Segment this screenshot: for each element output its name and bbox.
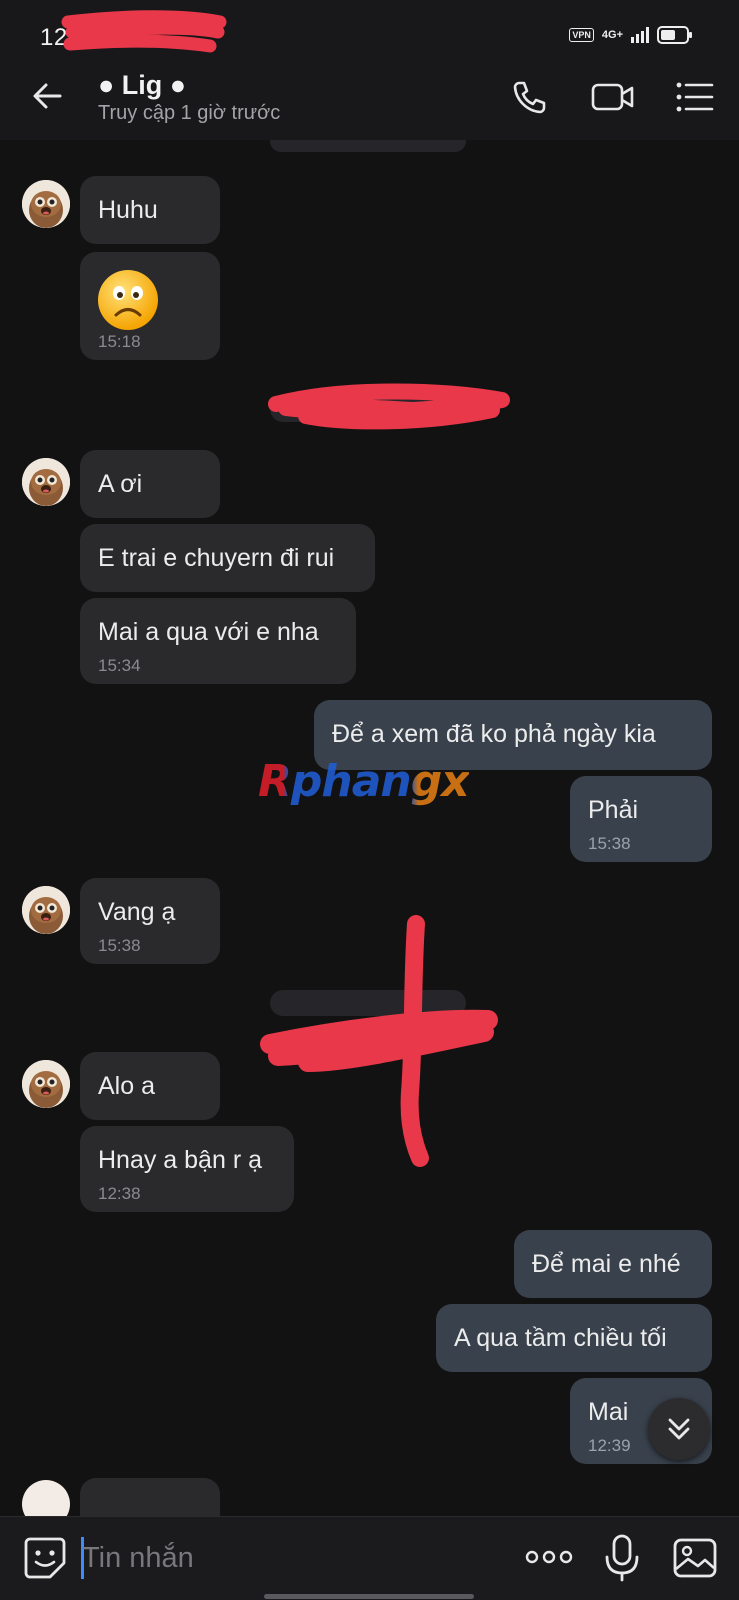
message-bubble-outgoing[interactable]: Để mai e nhé xyxy=(514,1230,712,1298)
contact-avatar[interactable] xyxy=(22,1480,70,1516)
avatar-image xyxy=(22,180,70,228)
message-text: Phải xyxy=(588,796,639,824)
date-separator xyxy=(270,140,466,152)
message-text: Vang ạ xyxy=(98,898,176,926)
message-input[interactable] xyxy=(82,1535,502,1581)
redaction-scribble xyxy=(268,383,510,430)
redaction-scribble xyxy=(260,915,498,1167)
contact-avatar[interactable] xyxy=(22,458,70,506)
contact-name[interactable]: ● Lig ● xyxy=(98,70,186,101)
message-text: Mai xyxy=(588,1398,629,1426)
message-bubble-incoming[interactable]: E trai e chuyern đi rui xyxy=(80,524,375,592)
avatar-image xyxy=(22,1060,70,1108)
contact-avatar[interactable] xyxy=(22,1060,70,1108)
chat-menu-button[interactable] xyxy=(672,74,718,120)
message-composer xyxy=(0,1516,739,1600)
message-bubble-incoming[interactable]: Vang ạ 15:38 xyxy=(80,878,220,964)
message-bubble-incoming[interactable]: Mai a qua với e nha 15:34 xyxy=(80,598,356,684)
message-text: Alo a xyxy=(98,1072,155,1100)
sticker-icon xyxy=(24,1537,66,1579)
voice-record-button[interactable] xyxy=(602,1533,642,1583)
message-bubble-outgoing[interactable]: A qua tầm chiều tối xyxy=(436,1304,712,1372)
frowning-face-emoji xyxy=(98,270,158,330)
image-icon xyxy=(673,1538,717,1578)
message-time: 12:38 xyxy=(98,1184,141,1203)
more-dots-icon xyxy=(525,1550,573,1564)
message-text: E trai e chuyern đi rui xyxy=(98,544,335,572)
home-indicator xyxy=(264,1594,474,1599)
back-button[interactable] xyxy=(28,76,68,116)
message-time: 15:38 xyxy=(98,936,141,955)
vpn-icon: VPN xyxy=(569,28,594,42)
more-options-button[interactable] xyxy=(524,1537,574,1577)
redaction-scribble xyxy=(61,10,227,53)
message-bubble-incoming[interactable]: Alo a xyxy=(80,1052,220,1120)
message-text: Để a xem đã ko phả ngày kia xyxy=(332,720,656,748)
avatar-image xyxy=(22,886,70,934)
message-text: A qua tầm chiều tối xyxy=(454,1324,667,1352)
message-bubble-incoming[interactable]: Huhu xyxy=(80,176,220,244)
message-time: 15:38 xyxy=(588,834,631,853)
message-time: 15:18 xyxy=(98,332,141,351)
chat-header: ● Lig ● Truy cập 1 giờ trước xyxy=(0,56,739,140)
signal-icon xyxy=(631,27,649,43)
message-bubble-incoming[interactable]: A ơi xyxy=(80,450,220,518)
watermark: Rphangx xyxy=(258,756,470,807)
message-text: Để mai e nhé xyxy=(532,1250,681,1278)
message-time: 15:34 xyxy=(98,656,141,675)
message-text: A ơi xyxy=(98,470,143,498)
contact-avatar[interactable] xyxy=(22,886,70,934)
message-text: Hnay a bận r ạ xyxy=(98,1146,262,1174)
message-bubble-incoming[interactable]: Hnay a bận r ạ 12:38 xyxy=(80,1126,294,1212)
status-icons: VPN 4G+ xyxy=(569,26,692,44)
status-bar: 12:3 VPN 4G+ xyxy=(0,0,739,56)
message-bubble-outgoing[interactable]: Phải 15:38 xyxy=(570,776,712,862)
voice-call-button[interactable] xyxy=(506,74,552,120)
double-chevron-down-icon xyxy=(668,1418,690,1440)
video-camera-icon xyxy=(591,83,634,111)
video-call-button[interactable] xyxy=(590,74,636,120)
avatar-image xyxy=(22,458,70,506)
back-arrow-icon xyxy=(33,83,62,109)
message-bubble-incoming[interactable] xyxy=(80,1478,220,1516)
message-bubble-incoming[interactable]: 15:18 xyxy=(80,252,220,360)
last-seen: Truy cập 1 giờ trước xyxy=(98,102,281,124)
scroll-to-bottom-button[interactable] xyxy=(648,1398,710,1460)
microphone-icon xyxy=(605,1534,639,1582)
message-list[interactable]: Huhu 15:18 A ơi E trai e chuyern đi rui xyxy=(0,140,739,1516)
network-label: 4G+ xyxy=(601,29,623,41)
battery-icon xyxy=(657,26,692,44)
message-text: Huhu xyxy=(98,196,158,224)
send-image-button[interactable] xyxy=(672,1535,718,1581)
message-time: 12:39 xyxy=(588,1436,631,1455)
sticker-button[interactable] xyxy=(22,1535,68,1581)
message-text: Mai a qua với e nha xyxy=(98,618,319,646)
list-menu-icon xyxy=(676,82,714,112)
contact-avatar[interactable] xyxy=(22,180,70,228)
phone-icon xyxy=(513,81,546,114)
